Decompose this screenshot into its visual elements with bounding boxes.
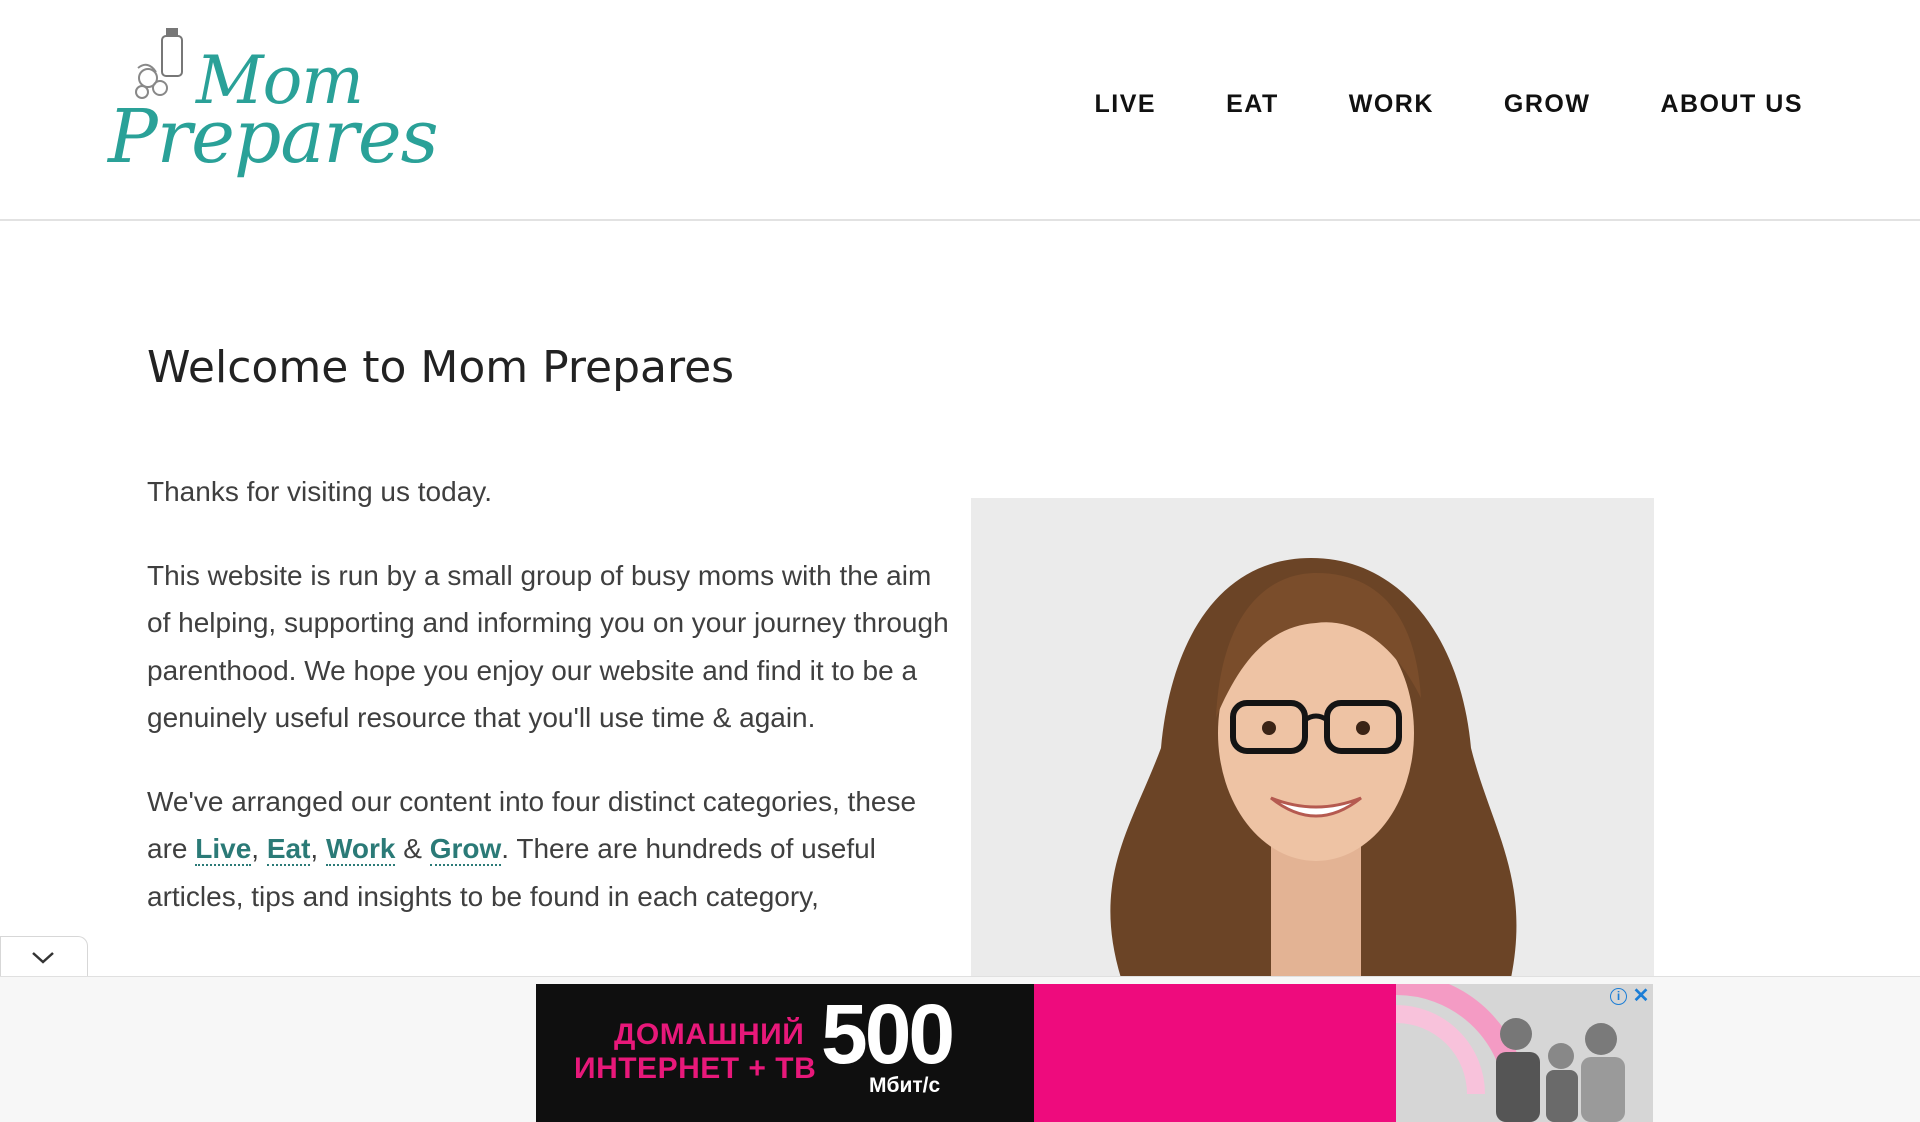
separator: , [251,833,267,864]
nav-work[interactable]: WORK [1349,90,1434,119]
family-illustration [1396,984,1653,1122]
ad-speed-number: 500 [821,987,955,1081]
site-logo[interactable]: Mom Prepares [108,26,439,202]
ad-pink-panel [1034,984,1396,1122]
link-live[interactable]: Live [195,833,252,866]
ad-headline-line1: ДОМАШНИЙ [614,1018,805,1051]
separator: , [310,833,326,864]
about-paragraph: This website is run by a small group of … [147,559,949,734]
main-nav: LIVE EAT WORK GROW ABOUT US [1095,90,1804,119]
nav-live[interactable]: LIVE [1095,90,1157,119]
ad-family-image [1396,984,1653,1122]
ad-headline-line2: ИНТЕРНЕТ + ТВ [574,1052,817,1085]
link-grow[interactable]: Grow [429,833,502,866]
link-work[interactable]: Work [325,833,396,866]
ad-banner-bar: ДОМАШНИЙ ИНТЕРНЕТ + ТВ 500 Мбит/с i ✕ [0,976,1920,1122]
intro-paragraph: Thanks for visiting us today. [147,476,492,507]
portrait-illustration [971,498,1654,978]
nav-grow[interactable]: GROW [1504,90,1591,119]
ad-close-icon[interactable]: ✕ [1631,986,1651,1006]
separator: & [395,833,430,864]
categories-paragraph: We've arranged our content into four dis… [147,778,952,921]
woman-portrait-image [971,498,1654,978]
collapse-ad-button[interactable] [0,936,88,978]
page-title: Welcome to Mom Prepares [147,342,735,393]
chevron-down-icon [32,952,54,964]
link-eat[interactable]: Eat [266,833,311,866]
logo-text-prepares: Prepares [108,94,439,180]
nav-about-us[interactable]: ABOUT US [1660,90,1803,119]
advertisement[interactable]: ДОМАШНИЙ ИНТЕРНЕТ + ТВ 500 Мбит/с i ✕ [536,984,1653,1122]
site-header: Mom Prepares LIVE EAT WORK GROW ABOUT US [0,0,1920,221]
article-content: Thanks for visiting us today. This websi… [147,468,952,956]
ad-speed-unit: Мбит/с [869,1074,941,1097]
ad-info-icon[interactable]: i [1610,988,1627,1005]
nav-eat[interactable]: EAT [1226,90,1279,119]
